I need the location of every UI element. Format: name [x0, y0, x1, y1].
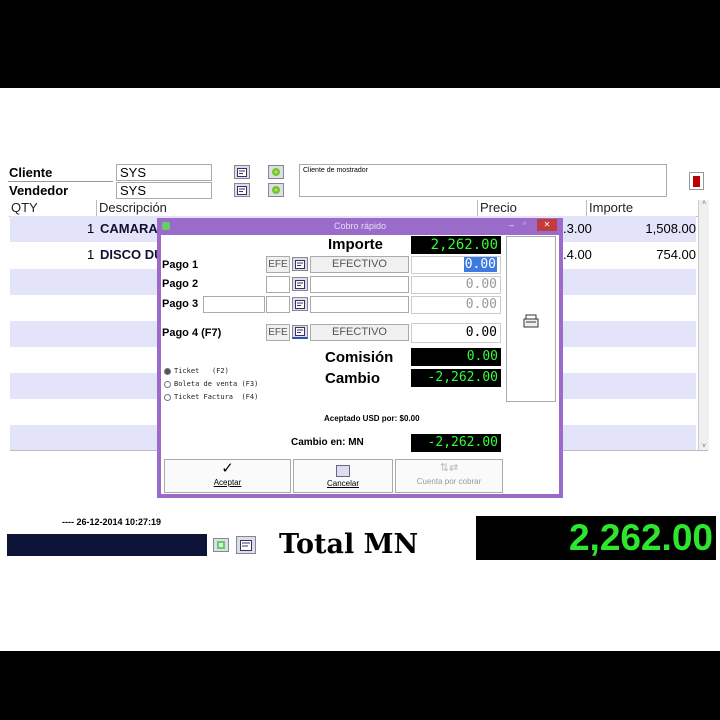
pago4-amount[interactable]: 0.00 [411, 323, 501, 343]
row-qty: 1 [87, 247, 95, 262]
pago1-label: Pago 1 [162, 259, 199, 271]
pago3-search-icon[interactable] [292, 297, 308, 311]
pago4-code[interactable]: EFE [266, 324, 290, 341]
row-precio: .3.00 [563, 221, 592, 236]
row-desc: CAMARA [100, 221, 158, 236]
radio-ticket-factura-key: (F4) [241, 393, 259, 401]
pago2-search-icon[interactable] [292, 277, 308, 291]
pago2-code[interactable] [266, 276, 290, 293]
pos-screen: Cliente SYS Vendedor SYS Cliente de most… [0, 88, 720, 651]
comision-label: Comisión [325, 349, 394, 366]
cancel-button[interactable]: Cancelar [293, 459, 393, 493]
pago2-amount[interactable]: 0.00 [411, 276, 501, 294]
cliente-label: Cliente [9, 165, 53, 180]
dialog-title: Cobro rápido [333, 221, 387, 231]
importe-display: 2,262.00 [411, 236, 501, 254]
pago1-method: EFECTIVO [310, 256, 409, 273]
pago3-method [310, 296, 409, 313]
radio-boleta-key: (F3) [241, 380, 259, 388]
cancel-label: Cancelar [326, 479, 359, 488]
datetime-label: ---- 26-12-2014 10:27:19 [62, 517, 162, 527]
check-icon: ✓ [221, 460, 234, 477]
radio-ticket-factura-label: Ticket Factura [174, 393, 234, 401]
accept-button[interactable]: ✓ Aceptar [164, 459, 291, 493]
radio-boleta[interactable]: Boleta de venta (F3) [164, 380, 258, 388]
search-vendedor-icon[interactable] [234, 183, 250, 197]
barcode-input[interactable] [7, 534, 207, 556]
search-product-icon[interactable] [236, 536, 256, 554]
cambio-display: -2,262.00 [411, 369, 501, 387]
comision-display: 0.00 [411, 348, 501, 366]
add-cliente-icon[interactable] [268, 165, 284, 179]
col-desc-header[interactable]: Descripción [96, 200, 479, 217]
cambio-en-display: -2,262.00 [411, 434, 501, 452]
radio-ticket-dot [164, 367, 171, 375]
undo-icon [336, 465, 350, 477]
cambio-en-label: Cambio en: MN [291, 437, 364, 448]
usd-accepted-text: Aceptado USD por: $0.00 [324, 414, 420, 423]
cliente-field[interactable]: SYS [116, 164, 212, 181]
scroll-down-icon[interactable]: ˅ [699, 443, 709, 450]
radio-ticket-factura[interactable]: Ticket Factura (F4) [164, 393, 258, 401]
pago3-reference[interactable] [203, 296, 265, 313]
cliente-name-box: Cliente de mostrador [299, 164, 667, 197]
row-precio: .4.00 [563, 247, 592, 262]
row-qty: 1 [87, 221, 95, 236]
cuenta-por-cobrar-label: Cuenta por cobrar [416, 477, 482, 486]
total-display: 2,262.00 [476, 516, 716, 560]
total-label: Total MN [279, 529, 419, 560]
grid-scrollbar[interactable]: ˄ ˅ [698, 200, 709, 450]
calculator-icon[interactable] [213, 538, 229, 552]
pago2-method [310, 276, 409, 293]
radio-boleta-dot [164, 380, 171, 388]
pago4-search-icon[interactable] [292, 325, 308, 339]
pago3-code[interactable] [266, 296, 290, 313]
cambio-label: Cambio [325, 370, 381, 387]
radio-ticket-label: Ticket [174, 367, 200, 375]
col-importe-header[interactable]: Importe [586, 200, 699, 217]
pago1-amount-input[interactable]: 0.00 [411, 256, 501, 274]
vendedor-label: Vendedor [9, 183, 69, 198]
maximize-icon[interactable]: ▫ [523, 219, 526, 228]
pago3-label: Pago 3 [162, 298, 199, 310]
transfer-icon: ⇅⇄ [439, 462, 459, 474]
pago1-amount-value: 0.00 [463, 257, 497, 272]
close-icon[interactable]: ✕ [537, 219, 557, 231]
search-cliente-icon[interactable] [234, 165, 250, 179]
radio-boleta-label: Boleta de venta [174, 380, 238, 388]
pago2-label: Pago 2 [162, 278, 199, 290]
open-drawer-button[interactable] [506, 236, 556, 402]
scroll-up-icon[interactable]: ˄ [699, 200, 709, 207]
row-desc: DISCO DU [100, 247, 164, 262]
stop-icon[interactable] [689, 172, 704, 190]
cobro-rapido-dialog: Cobro rápido – ▫ ✕ Importe 2,262.00 Pago… [157, 218, 563, 498]
pago4-method: EFECTIVO [310, 324, 409, 341]
radio-ticket[interactable]: Ticket (F2) [164, 367, 229, 375]
pago1-code[interactable]: EFE [266, 256, 290, 273]
col-qty-header[interactable]: QTY [9, 200, 98, 217]
row-importe: 1,508.00 [645, 221, 696, 236]
row-importe: 754.00 [656, 247, 696, 262]
vendedor-field[interactable]: SYS [116, 182, 212, 199]
add-vendedor-icon[interactable] [268, 183, 284, 197]
col-precio-header[interactable]: Precio [477, 200, 588, 217]
dialog-body: Importe 2,262.00 Pago 1 EFE EFECTIVO 0.0… [161, 235, 559, 494]
radio-ticket-key: (F2) [211, 367, 229, 375]
importe-label: Importe [328, 236, 384, 253]
accept-label: Aceptar [213, 478, 242, 487]
minimize-icon[interactable]: – [509, 220, 514, 230]
pago4-label: Pago 4 (F7) [162, 327, 222, 339]
header-divider [8, 181, 113, 182]
pago1-search-icon[interactable] [292, 257, 308, 271]
app-icon [162, 222, 170, 230]
cash-register-icon [523, 314, 539, 328]
radio-ticket-factura-dot [164, 393, 171, 401]
pago3-amount[interactable]: 0.00 [411, 296, 501, 314]
cuenta-por-cobrar-button[interactable]: ⇅⇄ Cuenta por cobrar [395, 459, 503, 493]
